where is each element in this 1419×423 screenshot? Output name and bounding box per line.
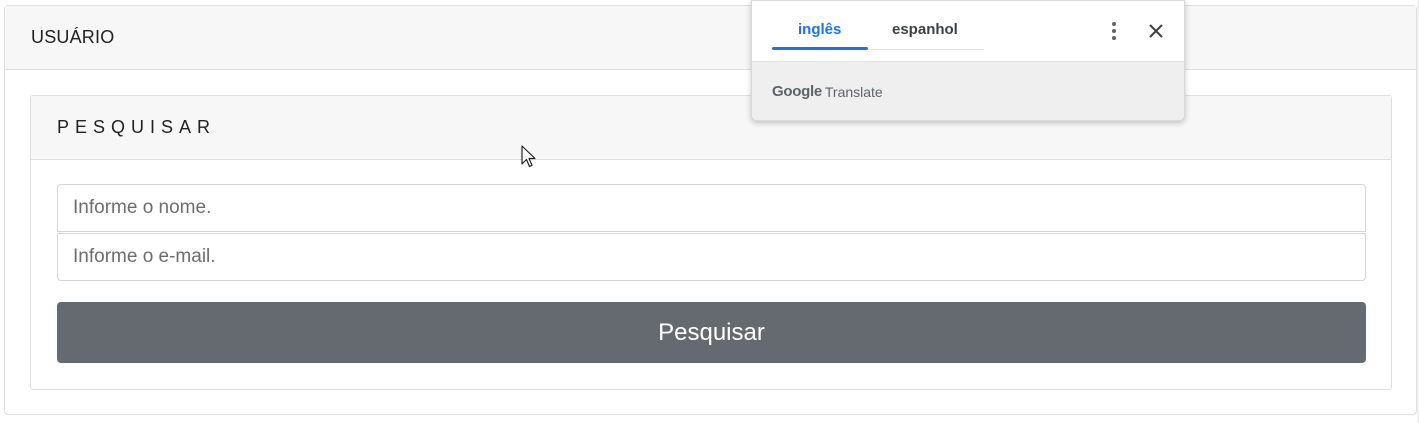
close-icon[interactable] <box>1144 19 1168 43</box>
translate-label: Translate <box>824 83 883 100</box>
more-vert-icon[interactable] <box>1106 19 1122 43</box>
page-title: USUÁRIO <box>31 27 115 47</box>
name-input[interactable] <box>57 184 1366 232</box>
mouse-pointer-icon <box>520 144 538 170</box>
search-button[interactable]: Pesquisar <box>57 302 1366 363</box>
active-tab-indicator <box>772 47 868 50</box>
translate-branding: Google Translate <box>752 61 1184 120</box>
tab-english[interactable]: inglês <box>798 21 841 38</box>
google-translate-popup: inglês espanhol Google Translate <box>751 0 1185 121</box>
search-panel-title: PESQUISAR <box>57 117 217 137</box>
translate-tabs-bar: inglês espanhol <box>752 1 1184 61</box>
email-input[interactable] <box>57 233 1366 281</box>
google-logo: Google <box>772 83 822 100</box>
user-card-header: USUÁRIO <box>5 6 1416 70</box>
tab-spanish[interactable]: espanhol <box>892 21 958 38</box>
search-panel-header: PESQUISAR <box>31 96 1391 160</box>
